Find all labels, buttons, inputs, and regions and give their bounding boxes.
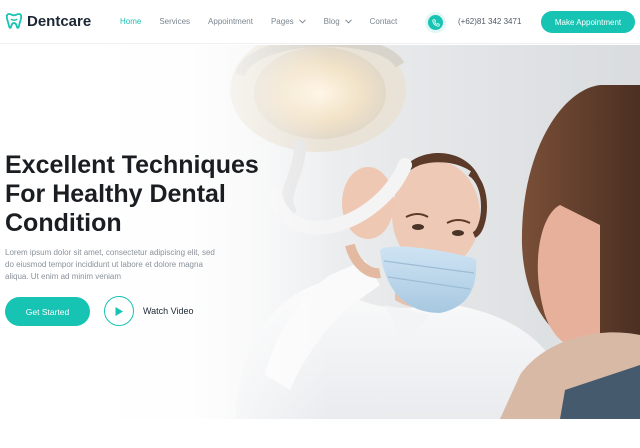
nav-item-label: Contact	[369, 17, 398, 26]
brand-name: Dentcare	[27, 12, 92, 30]
hero-description-line: Lorem ipsum dolor sit amet, consectetur …	[5, 248, 215, 257]
chevron-down-icon	[344, 19, 352, 24]
brand-logo[interactable]: Dentcare	[6, 12, 91, 30]
make-appointment-button[interactable]: Make Appointment	[541, 11, 635, 33]
nav-item-services[interactable]: Services	[159, 17, 190, 26]
main-nav: Home Services Appointment Pages Blog Con…	[120, 17, 415, 26]
phone-icon-circle	[428, 15, 443, 30]
nav-item-label: Appointment	[208, 17, 253, 26]
get-started-button[interactable]: Get Started	[5, 297, 90, 326]
phone-number: (+62)81 342 3471	[458, 17, 522, 26]
nav-item-contact[interactable]: Contact	[370, 17, 398, 26]
hero-title-line: Condition	[5, 209, 122, 237]
top-navbar: Dentcare Home Services Appointment Pages…	[0, 0, 640, 44]
hero-title: Excellent Techniques For Healthy Dental …	[5, 151, 275, 238]
nav-item-label: Pages	[270, 17, 294, 26]
chevron-down-icon	[298, 19, 306, 24]
hero-description: Lorem ipsum dolor sit amet, consectetur …	[5, 247, 230, 283]
nav-item-label: Home	[120, 17, 142, 26]
nav-item-label: Blog	[323, 17, 340, 26]
hero-description-line: aliqua. Ut enim ad minim veniam	[5, 272, 122, 281]
nav-item-label: Services	[159, 17, 191, 26]
play-icon	[115, 306, 123, 316]
nav-item-pages[interactable]: Pages	[271, 17, 306, 26]
nav-item-appointment[interactable]: Appointment	[208, 17, 253, 26]
watch-video-label[interactable]: Watch Video	[143, 306, 194, 316]
watch-video-button[interactable]	[104, 296, 134, 326]
next-section-edge	[0, 419, 640, 448]
nav-item-blog[interactable]: Blog	[324, 17, 352, 26]
hero-title-line: For Healthy Dental	[5, 180, 226, 208]
nav-item-home[interactable]: Home	[120, 17, 141, 26]
hero-section: Excellent Techniques For Healthy Dental …	[0, 45, 640, 419]
phone-icon	[431, 18, 440, 27]
hero-description-line: do eiusmod tempor incididunt ut labore e…	[5, 260, 203, 269]
phone-call-button[interactable]	[425, 12, 446, 33]
hero-title-line: Excellent Techniques	[5, 151, 259, 179]
tooth-logo-icon	[6, 13, 22, 29]
